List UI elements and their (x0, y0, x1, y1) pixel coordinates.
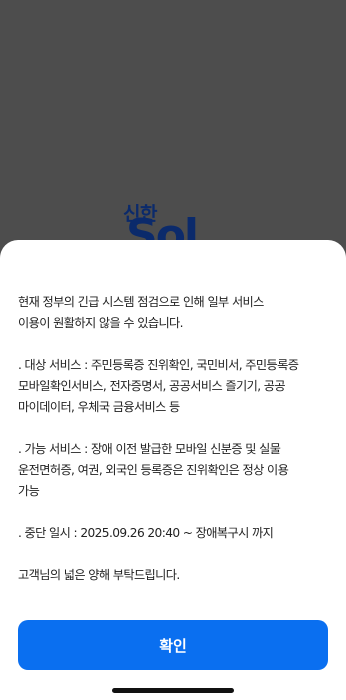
confirm-button[interactable]: 확인 (18, 620, 328, 670)
notice-text-line: 모바일확인서비스, 전자증명서, 공공서비스 즐기기, 공공 (18, 379, 286, 393)
notice-text-line: . 대상 서비스 : 주민등록증 진위확인, 국민비서, 주민등록증 (18, 358, 299, 372)
notice-closing: 고객님의 넓은 양해 부탁드립니다. (18, 565, 338, 586)
notice-bottom-sheet: 현재 정부의 긴급 시스템 점검으로 인해 일부 서비스 이용이 원활하지 않을… (0, 240, 346, 700)
notice-text-line: 마이데이터, 우체국 금융서비스 등 (18, 400, 180, 414)
notice-body: 현재 정부의 긴급 시스템 점검으로 인해 일부 서비스 이용이 원활하지 않을… (18, 292, 338, 607)
notice-text-line: 이용이 원활하지 않을 수 있습니다. (18, 316, 184, 330)
notice-target-services: . 대상 서비스 : 주민등록증 진위확인, 국민비서, 주민등록증 모바일확인… (18, 355, 338, 418)
notice-text-line: 운전면허증, 여권, 외국인 등록증은 진위확인은 정상 이용 (18, 463, 289, 477)
notice-intro: 현재 정부의 긴급 시스템 점검으로 인해 일부 서비스 이용이 원활하지 않을… (18, 292, 338, 334)
notice-text-line: 가능 (18, 484, 40, 498)
home-indicator[interactable] (112, 688, 234, 693)
notice-text-line: . 중단 일시 : 2025.09.26 20:40 ~ 장애복구시 까지 (18, 526, 274, 540)
notice-available-services: . 가능 서비스 : 장애 이전 발급한 모바일 신분증 및 실물 운전면허증,… (18, 439, 338, 502)
notice-text-line: 현재 정부의 긴급 시스템 점검으로 인해 일부 서비스 (18, 295, 264, 309)
notice-outage-period: . 중단 일시 : 2025.09.26 20:40 ~ 장애복구시 까지 (18, 523, 338, 544)
notice-text-line: 고객님의 넓은 양해 부탁드립니다. (18, 568, 180, 582)
notice-text-line: . 가능 서비스 : 장애 이전 발급한 모바일 신분증 및 실물 (18, 442, 281, 456)
